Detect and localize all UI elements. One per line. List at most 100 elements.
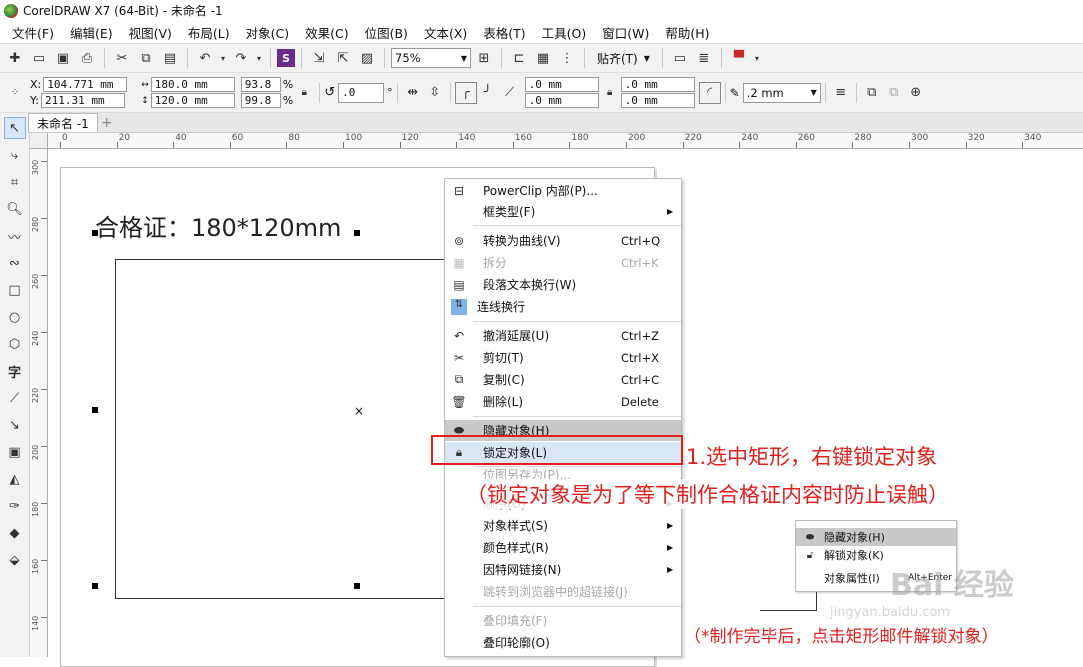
connector-tool-icon[interactable]: ↘ (4, 414, 26, 436)
menu-help[interactable]: 帮助(H) (657, 23, 717, 42)
lock-ratio-icon[interactable]: 🔒︎ (293, 82, 315, 104)
menu-layout[interactable]: 布局(L) (180, 23, 238, 42)
to-front-icon[interactable]: ⧉ (861, 82, 883, 104)
ctx-item-color-styles[interactable]: 颜色样式(R) ▶ (445, 537, 681, 558)
new-document-icon[interactable]: ✚ (4, 47, 26, 69)
ctx-item-copy[interactable]: ⧉ 复制(C) Ctrl+C (445, 369, 681, 390)
ruler-origin[interactable] (30, 133, 48, 149)
quick-customize-icon[interactable]: ⊕ (905, 82, 927, 104)
corner-bottom-left-input[interactable]: .0 mm (524, 93, 599, 108)
show-rulers-icon[interactable]: ⊏ (508, 47, 530, 69)
zoom-tool-icon[interactable]: 🔍︎ (4, 198, 26, 220)
publish-pdf-icon[interactable]: ▨ (356, 47, 378, 69)
save-icon[interactable]: ▣ (52, 47, 74, 69)
object-origin-icon[interactable]: ⁘ (4, 82, 26, 104)
print-icon[interactable]: ⎙ (76, 47, 98, 69)
x-position-input[interactable]: 104.771 mm (43, 77, 128, 92)
options-icon[interactable]: ≣ (693, 47, 715, 69)
menu-bitmaps[interactable]: 位图(B) (357, 23, 416, 42)
ctx-item-internet-link[interactable]: 因特网链接(N) ▶ (445, 559, 681, 580)
y-position-input[interactable]: 211.31 mm (40, 93, 125, 108)
width-input[interactable]: 180.0 mm (150, 77, 235, 92)
search-content-icon[interactable]: S (277, 49, 295, 67)
drop-shadow-icon[interactable]: ▣ (4, 441, 26, 463)
menu-tools[interactable]: 工具(O) (534, 23, 595, 42)
full-screen-preview-icon[interactable]: ⊞ (473, 47, 495, 69)
ctx-item-break-apart[interactable]: ▦ 拆分 Ctrl+K (445, 252, 681, 273)
show-guidelines-icon[interactable]: ⋮ (556, 47, 578, 69)
wrap-text-icon[interactable]: ≡ (830, 82, 852, 104)
freehand-tool-icon[interactable]: 〰 (4, 225, 26, 247)
paste-icon[interactable]: ▤ (159, 47, 181, 69)
undo-icon[interactable]: ↶ (194, 47, 216, 69)
transparency-tool-icon[interactable]: ◭ (4, 468, 26, 490)
cut-icon[interactable]: ✂ (111, 47, 133, 69)
welcome-screen-icon[interactable]: ▭ (669, 47, 691, 69)
relative-corner-scaling-icon[interactable]: ◜ (698, 81, 721, 104)
ctx-item-jump-to-hyperlink[interactable]: 跳转到浏览器中的超链接(J) (445, 581, 681, 602)
smart-fill-icon[interactable]: ⬙ (4, 549, 26, 571)
menu-object[interactable]: 对象(C) (238, 23, 297, 42)
selection-handle[interactable] (92, 230, 98, 236)
undo-dropdown-icon[interactable]: ▾ (218, 47, 228, 69)
ctx-item-overprint-fill[interactable]: 叠印填充(F) (445, 610, 681, 631)
interactive-fill-icon[interactable]: ◆ (4, 522, 26, 544)
corner-top-right-input[interactable]: .0 mm (620, 77, 695, 92)
menu-edit[interactable]: 编辑(E) (62, 23, 121, 42)
corner-bottom-right-input[interactable]: .0 mm (620, 93, 695, 108)
vertical-ruler[interactable]: 300 280 260 240 220 200 180 160 140 (30, 149, 48, 657)
menu-text[interactable]: 文本(X) (416, 23, 475, 42)
chamfered-corner-icon[interactable]: ⟋ (499, 82, 521, 104)
parallel-dimension-icon[interactable]: ⟋ (4, 387, 26, 409)
document-tab[interactable]: 未命名 -1 (28, 113, 98, 132)
ctx-item-object-styles[interactable]: 对象样式(S) ▶ (445, 515, 681, 536)
menu-window[interactable]: 窗口(W) (594, 23, 657, 42)
menu-file[interactable]: 文件(F) (4, 23, 62, 42)
horizontal-ruler[interactable]: 0 20 40 60 80 100 120 140 160 180 200 220 240 260 280 3… (48, 133, 1083, 149)
menu-view[interactable]: 视图(V) (121, 23, 180, 42)
scalloped-corner-icon[interactable]: ╯ (477, 82, 499, 104)
application-launcher-icon[interactable]: ▀ (728, 47, 750, 69)
pick-tool-icon[interactable]: ↖ (3, 117, 26, 139)
rotation-input[interactable]: .0 (338, 82, 385, 103)
new-tab-plus-icon[interactable]: + (98, 113, 116, 132)
redo-icon[interactable]: ↷ (230, 47, 252, 69)
import-icon[interactable]: ⇲ (308, 47, 330, 69)
outline-width-select[interactable]: .2 mm ▼ (742, 82, 821, 103)
copy-icon[interactable]: ⧉ (135, 47, 157, 69)
mini-item-hide-object[interactable]: ⬬ 隐藏对象(H) (796, 528, 956, 546)
polygon-tool-icon[interactable]: ⬡ (4, 333, 26, 355)
ctx-item-convert-to-curves[interactable]: ⊚ 转换为曲线(V) Ctrl+Q (445, 230, 681, 251)
shape-tool-icon[interactable]: ⤷ (4, 144, 26, 166)
zoom-level-select[interactable]: 75% ▼ (391, 48, 471, 68)
open-folder-icon[interactable]: ▭ (28, 47, 50, 69)
ctx-item-frame-type[interactable]: 框类型(F) ▶ (445, 201, 681, 222)
scale-height-input[interactable]: 99.8 (240, 93, 281, 108)
artistic-media-icon[interactable]: ∾ (4, 252, 26, 274)
export-icon[interactable]: ⇱ (332, 47, 354, 69)
show-grid-icon[interactable]: ▦ (532, 47, 554, 69)
selection-handle[interactable] (92, 407, 98, 413)
lock-corners-icon[interactable]: 🔒︎ (599, 82, 621, 104)
mirror-horizontal-icon[interactable]: ⇹ (402, 82, 424, 104)
rectangle-tool-icon[interactable]: □ (4, 279, 26, 301)
round-corner-icon[interactable]: ╭ (454, 81, 477, 104)
scale-width-input[interactable]: 93.8 (240, 77, 281, 92)
menu-table[interactable]: 表格(T) (475, 23, 533, 42)
crop-tool-icon[interactable]: ⌗ (4, 171, 26, 193)
mirror-vertical-icon[interactable]: ⇳ (424, 82, 446, 104)
selection-handle[interactable] (354, 583, 360, 589)
snap-to-dropdown[interactable]: 贴齐(T) ▼ (591, 48, 656, 68)
page-title-text[interactable]: 合格证：180*120mm (95, 208, 341, 243)
redo-dropdown-icon[interactable]: ▾ (254, 47, 264, 69)
selection-handle[interactable] (354, 230, 360, 236)
menu-effects[interactable]: 效果(C) (297, 23, 356, 42)
ctx-item-undo-stretch[interactable]: ↶ 撤消延展(U) Ctrl+Z (445, 325, 681, 346)
ctx-item-delete[interactable]: 🗑︎ 删除(L) Delete (445, 391, 681, 412)
launcher-dropdown-icon[interactable]: ▾ (752, 47, 762, 69)
selection-handle[interactable] (92, 583, 98, 589)
to-back-icon[interactable]: ⧉ (883, 82, 905, 104)
ctx-item-powerclip[interactable]: ⊟ PowerClip 内部(P)... (445, 180, 681, 201)
rotation-center-icon[interactable]: × (354, 404, 364, 418)
ctx-item-overprint-outline[interactable]: 叠印轮廓(O) (445, 632, 681, 653)
